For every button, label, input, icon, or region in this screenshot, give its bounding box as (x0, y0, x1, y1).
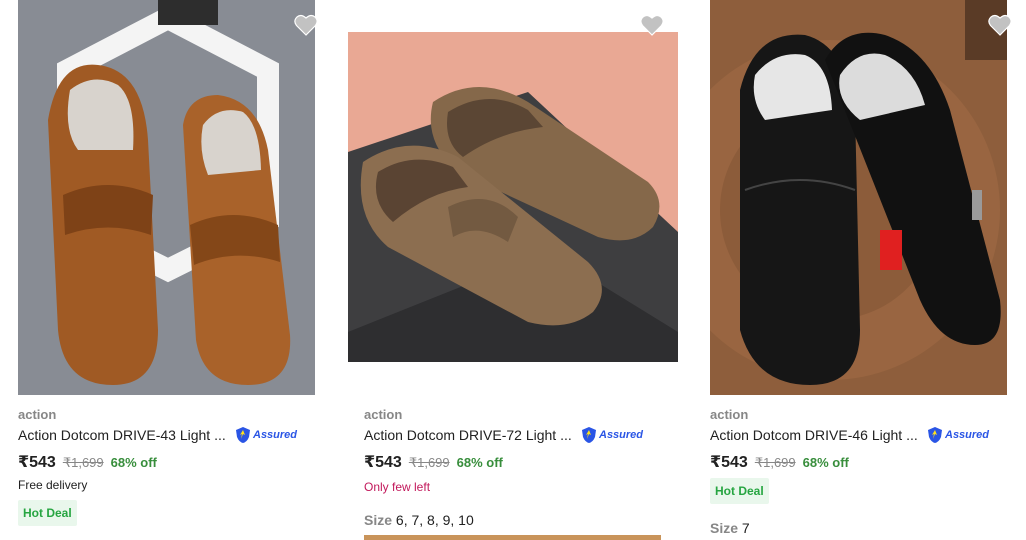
original-price: ₹1,699 (62, 455, 104, 470)
selling-price: ₹543 (18, 454, 56, 471)
assured-shield-icon (236, 427, 250, 443)
discount-percent: 68% off (110, 455, 157, 470)
assured-label: Assured (253, 429, 298, 441)
product-title[interactable]: Action Dotcom DRIVE-72 Light ... (364, 427, 572, 443)
stock-note: Only few left (364, 480, 431, 494)
product-image[interactable] (348, 32, 678, 362)
price-row: ₹543 ₹1,699 68% off (364, 452, 503, 472)
assured-badge: Assured (581, 426, 643, 444)
size-values: 7 (741, 520, 750, 536)
wishlist-heart-icon[interactable] (293, 14, 319, 36)
next-product-image-edge (364, 535, 661, 540)
selling-price: ₹543 (710, 454, 748, 471)
product-brand: action (364, 407, 403, 422)
discount-percent: 68% off (456, 455, 503, 470)
discount-percent: 68% off (802, 455, 849, 470)
price-row: ₹543 ₹1,699 68% off (18, 452, 157, 472)
black-loafers-photo (710, 0, 1007, 395)
product-title[interactable]: Action Dotcom DRIVE-46 Light ... (710, 427, 918, 443)
brown-loafers-photo (18, 0, 315, 395)
wishlist-heart-icon[interactable] (639, 14, 665, 36)
original-price: ₹1,699 (408, 455, 450, 470)
size-options: Size 7 (710, 520, 750, 536)
price-row: ₹543 ₹1,699 68% off (710, 452, 849, 472)
assured-badge: Assured (927, 426, 989, 444)
size-options: Size 6, 7, 8, 9, 10 (364, 512, 474, 528)
olive-loafers-photo (348, 32, 678, 362)
assured-shield-icon (928, 427, 942, 443)
assured-shield-icon (582, 427, 596, 443)
original-price: ₹1,699 (754, 455, 796, 470)
size-label: Size (364, 512, 393, 528)
size-values: 6, 7, 8, 9, 10 (395, 512, 474, 528)
hot-deal-badge: Hot Deal (710, 478, 769, 504)
selling-price: ₹543 (364, 454, 402, 471)
product-brand: action (18, 407, 57, 422)
hot-deal-badge: Hot Deal (18, 500, 77, 526)
wishlist-heart-icon[interactable] (987, 14, 1013, 36)
product-image[interactable] (710, 0, 1007, 395)
product-title[interactable]: Action Dotcom DRIVE-43 Light ... (18, 427, 226, 443)
product-image[interactable] (18, 0, 315, 395)
assured-label: Assured (945, 429, 990, 441)
product-brand: action (710, 407, 749, 422)
delivery-note: Free delivery (18, 478, 88, 492)
assured-label: Assured (599, 429, 644, 441)
assured-badge: Assured (235, 426, 297, 444)
size-label: Size (710, 520, 739, 536)
